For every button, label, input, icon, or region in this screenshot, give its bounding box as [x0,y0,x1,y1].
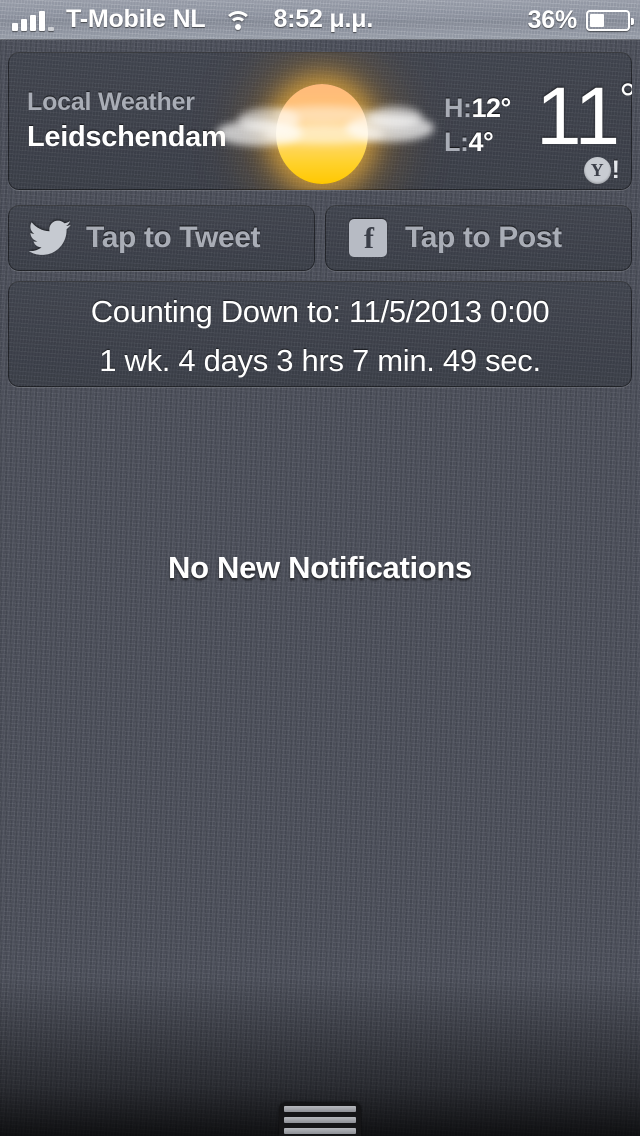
weather-high-label: H: [444,93,472,123]
weather-current-temperature: 11° [536,76,632,158]
yahoo-logo: Y ! [583,156,620,184]
wifi-icon [223,9,253,31]
weather-low-label: L: [444,126,469,157]
weather-low-row: L:4° [444,126,511,160]
weather-widget-title: Local Weather [27,88,195,116]
yahoo-exclamation: ! [611,156,620,184]
weather-high-low-group: H:12° L:4° [444,92,511,160]
battery-icon [586,9,634,31]
countdown-time-remaining: 1 wk. 4 days 3 hrs 7 min. 49 sec. [99,343,541,378]
battery-percent-label: 36% [527,5,578,34]
notification-center-screen: T-Mobile NL 8:52 μ.μ. 36% Local Weather … [0,0,640,1136]
weather-widget[interactable]: Local Weather Leidschendam H:12° L:4° 11… [8,52,632,190]
degree-symbol: ° [619,75,632,124]
tap-to-tweet-label: Tap to Tweet [86,221,261,254]
facebook-f-glyph: f [364,222,374,255]
status-bar-right-group: 36% [527,0,634,40]
cloud-wisp [368,106,422,128]
tap-to-tweet-button[interactable]: Tap to Tweet [8,205,315,271]
tap-to-post-button[interactable]: f Tap to Post [325,205,632,271]
facebook-f-icon: f [349,219,387,257]
countdown-widget[interactable]: Counting Down to: 11/5/2013 0:00 1 wk. 4… [8,281,632,387]
notification-center-grabber-handle[interactable] [279,1103,361,1136]
battery-fill [590,13,605,27]
tap-to-post-label: Tap to Post [405,221,562,254]
cloud-wisp [274,106,374,122]
weather-location-group: Local Weather Leidschendam [27,88,227,154]
weather-low-value: 4° [468,126,494,157]
yahoo-y-icon: Y [583,157,611,184]
cloud-wisp [264,124,384,144]
status-bar-clock: 8:52 μ.μ. [273,5,374,33]
carrier-name: T-Mobile NL [66,5,206,33]
cellular-signal-icon [12,9,54,31]
current-temperature-value: 11 [536,71,620,162]
twitter-bird-icon [28,220,72,256]
weather-high-value: 12° [471,93,512,123]
weather-city-name: Leidschendam [27,121,227,153]
weather-high-row: H:12° [444,92,511,126]
battery-cap [631,17,634,25]
no-notifications-message: No New Notifications [167,550,472,585]
status-bar: T-Mobile NL 8:52 μ.μ. 36% [0,0,640,40]
countdown-target-date: Counting Down to: 11/5/2013 0:00 [90,294,550,329]
sun-behind-clouds-icon [216,62,434,190]
